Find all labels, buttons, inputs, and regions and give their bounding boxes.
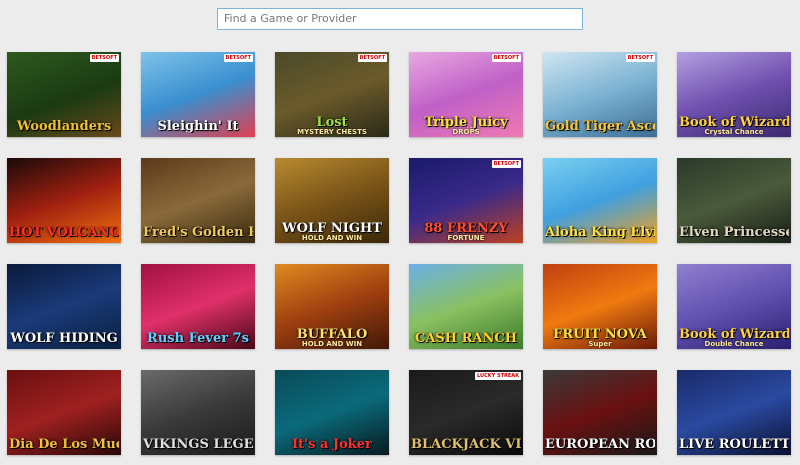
game-subtitle: Double Chance bbox=[704, 340, 764, 348]
game-title: Sleighin' It bbox=[157, 120, 239, 133]
game-tile[interactable]: It's a Joker bbox=[275, 370, 389, 455]
game-tile[interactable]: WOLF NIGHT HOLD AND WIN bbox=[275, 158, 389, 243]
game-tile[interactable]: Book of Wizard Crystal Chance bbox=[677, 52, 791, 137]
game-title: Rush Fever 7s bbox=[147, 332, 249, 345]
game-title: Dia De Los Muertos bbox=[9, 438, 119, 451]
game-subtitle: DROPS bbox=[452, 128, 480, 136]
game-tile[interactable]: BETSOFT Triple Juicy DROPS bbox=[409, 52, 523, 137]
game-tile[interactable]: BETSOFT 88 FRENZY FORTUNE bbox=[409, 158, 523, 243]
game-tile[interactable]: WOLF HIDING bbox=[7, 264, 121, 349]
game-title: Gold Tiger Ascent bbox=[545, 120, 655, 133]
provider-badge: BETSOFT bbox=[357, 54, 387, 62]
game-tile[interactable]: Elven Princesses bbox=[677, 158, 791, 243]
game-tile[interactable]: Rush Fever 7s bbox=[141, 264, 255, 349]
provider-badge: BETSOFT bbox=[89, 54, 119, 62]
game-tile[interactable]: BETSOFT Woodlanders bbox=[7, 52, 121, 137]
game-subtitle: Crystal Chance bbox=[704, 128, 764, 136]
game-tile[interactable]: BETSOFT Lost MYSTERY CHESTS bbox=[275, 52, 389, 137]
search-input[interactable] bbox=[217, 7, 583, 30]
provider-badge: LUCKY STREAK bbox=[475, 372, 521, 380]
game-subtitle: MYSTERY CHESTS bbox=[297, 128, 367, 136]
game-title: WOLF HIDING bbox=[10, 332, 118, 345]
provider-badge: BETSOFT bbox=[491, 54, 521, 62]
game-tile[interactable]: Book of Wizard Double Chance bbox=[677, 264, 791, 349]
game-tile[interactable]: LIVE ROULETTE bbox=[677, 370, 791, 455]
game-tile[interactable]: Fred's Golden Path bbox=[141, 158, 255, 243]
game-subtitle: FORTUNE bbox=[447, 234, 485, 242]
game-subtitle: HOLD AND WIN bbox=[301, 234, 363, 242]
game-tile[interactable]: HOT VOLCANO bbox=[7, 158, 121, 243]
provider-badge: BETSOFT bbox=[491, 160, 521, 168]
game-tile[interactable]: EUROPEAN ROULETTE bbox=[543, 370, 657, 455]
game-tile[interactable]: FRUIT NOVA Super bbox=[543, 264, 657, 349]
game-title: Fred's Golden Path bbox=[143, 226, 253, 239]
provider-badge: BETSOFT bbox=[223, 54, 253, 62]
game-title: Woodlanders bbox=[16, 120, 112, 133]
game-title: It's a Joker bbox=[292, 438, 372, 451]
game-tile[interactable]: CASH RANCH bbox=[409, 264, 523, 349]
game-title: LIVE ROULETTE bbox=[679, 438, 789, 451]
game-tile[interactable]: Aloha King Elvis! bbox=[543, 158, 657, 243]
game-tile[interactable]: Dia De Los Muertos bbox=[7, 370, 121, 455]
game-title: BLACKJACK VIP bbox=[411, 438, 521, 451]
game-title: Aloha King Elvis! bbox=[545, 226, 655, 239]
game-tile[interactable]: BETSOFT Sleighin' It bbox=[141, 52, 255, 137]
game-tile[interactable]: BETSOFT Gold Tiger Ascent bbox=[543, 52, 657, 137]
search-bar bbox=[217, 7, 583, 30]
game-title: VIKINGS LEGEND bbox=[143, 438, 253, 451]
game-title: CASH RANCH bbox=[414, 332, 518, 345]
game-title: EUROPEAN ROULETTE bbox=[545, 438, 655, 451]
game-subtitle: HOLD AND WIN bbox=[301, 340, 363, 348]
game-tile[interactable]: VIKINGS LEGEND bbox=[141, 370, 255, 455]
game-grid: BETSOFT Woodlanders BETSOFT Sleighin' It BET… bbox=[7, 52, 791, 455]
game-title: Elven Princesses bbox=[679, 226, 789, 239]
game-title: HOT VOLCANO bbox=[9, 226, 119, 239]
provider-badge: BETSOFT bbox=[625, 54, 655, 62]
game-subtitle: Super bbox=[588, 340, 612, 348]
game-tile[interactable]: BUFFALO HOLD AND WIN bbox=[275, 264, 389, 349]
game-tile[interactable]: LUCKY STREAK BLACKJACK VIP bbox=[409, 370, 523, 455]
